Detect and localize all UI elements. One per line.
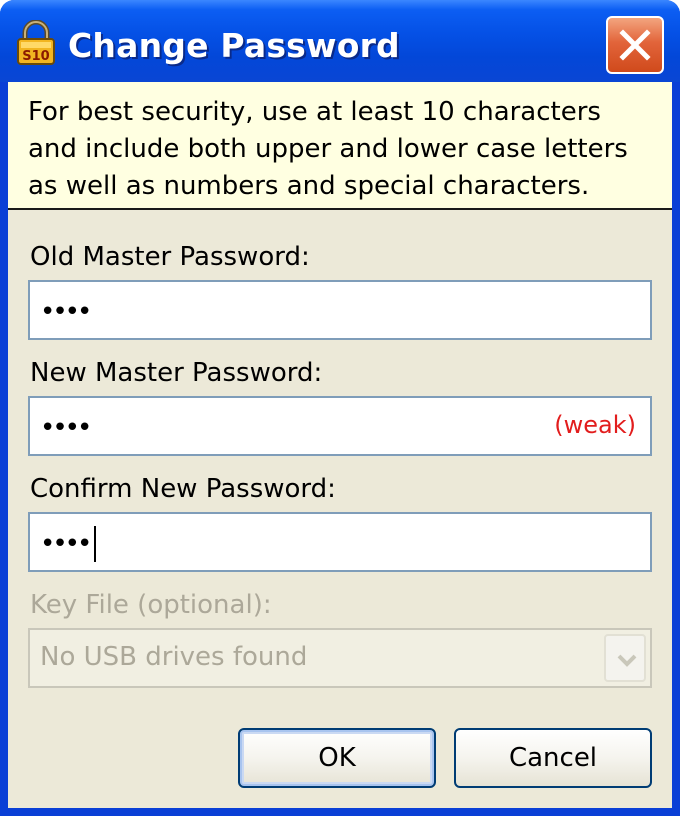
security-hint-line: as well as numbers and special character… [28, 171, 590, 201]
key-file-selected-value: No USB drives found [40, 642, 308, 672]
confirm-password-value: •••• [40, 529, 92, 559]
dropdown-button[interactable] [604, 634, 646, 682]
key-file-select[interactable]: No USB drives found [28, 628, 652, 688]
ok-button[interactable]: OK [238, 728, 436, 788]
security-hint-line: For best security, use at least 10 chara… [28, 97, 601, 127]
confirm-password-label: Confirm New Password: [30, 474, 336, 504]
change-password-dialog: S10 Change Password For best security, u… [0, 0, 680, 816]
title-bar[interactable]: S10 Change Password [0, 0, 680, 82]
close-button[interactable] [606, 16, 664, 74]
dialog-body: For best security, use at least 10 chara… [8, 82, 672, 808]
chevron-down-icon [617, 654, 637, 667]
key-file-label: Key File (optional): [30, 590, 272, 620]
old-password-label: Old Master Password: [30, 242, 310, 272]
security-hint: For best security, use at least 10 chara… [8, 82, 672, 210]
old-password-value: •••• [40, 297, 92, 327]
confirm-password-field[interactable]: •••• [28, 512, 652, 572]
dialog-title: Change Password [68, 26, 400, 65]
new-password-value: •••• [40, 413, 92, 443]
cancel-button[interactable]: Cancel [454, 728, 652, 788]
text-caret [94, 526, 96, 562]
new-password-label: New Master Password: [30, 358, 323, 388]
security-hint-line: and include both upper and lower case le… [28, 134, 628, 164]
new-password-field[interactable]: •••• (weak) [28, 396, 652, 456]
old-password-field[interactable]: •••• [28, 280, 652, 340]
password-strength-indicator: (weak) [554, 411, 636, 439]
close-icon [619, 29, 651, 61]
lock-icon: S10 [17, 20, 55, 65]
lock-icon-text: S10 [22, 49, 49, 64]
